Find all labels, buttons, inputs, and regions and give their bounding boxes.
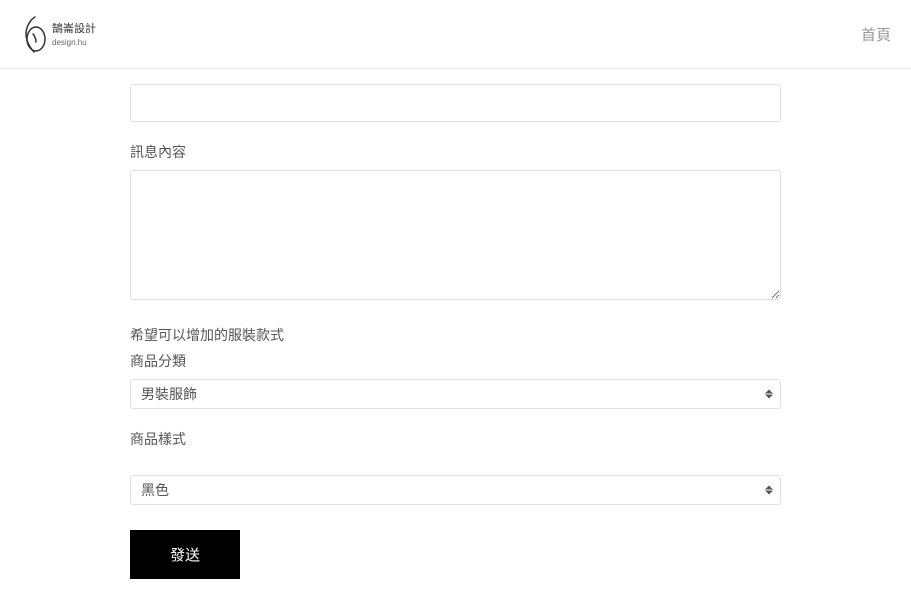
form-container: 訊息內容 希望可以增加的服裝款式 商品分類 男裝服飾 商品樣式 黑色 bbox=[0, 69, 911, 599]
category-label: 商品分類 bbox=[130, 351, 781, 371]
name-field-group bbox=[130, 84, 781, 122]
style-field-group: 商品樣式 黑色 bbox=[130, 429, 781, 505]
logo-icon: 鵠崙設計 design.hu bbox=[20, 12, 120, 57]
category-select-wrapper: 男裝服飾 bbox=[130, 379, 781, 409]
svg-text:design.hu: design.hu bbox=[52, 38, 87, 47]
page-header: 鵠崙設計 design.hu 首頁 bbox=[0, 0, 911, 69]
message-textarea[interactable] bbox=[130, 170, 781, 300]
category-select[interactable]: 男裝服飾 bbox=[130, 379, 781, 409]
message-label: 訊息內容 bbox=[130, 142, 781, 162]
name-input[interactable] bbox=[130, 84, 781, 122]
style-section: 希望可以增加的服裝款式 商品分類 男裝服飾 bbox=[130, 325, 781, 409]
svg-text:鵠崙設計: 鵠崙設計 bbox=[52, 21, 96, 35]
style-select-wrapper: 黑色 bbox=[130, 475, 781, 505]
brand-logo[interactable]: 鵠崙設計 design.hu bbox=[20, 12, 120, 57]
style-select[interactable]: 黑色 bbox=[130, 475, 781, 505]
nav-home-link[interactable]: 首頁 bbox=[861, 24, 891, 45]
style-label: 商品樣式 bbox=[130, 429, 781, 449]
message-field-group: 訊息內容 bbox=[130, 142, 781, 305]
section-title: 希望可以增加的服裝款式 bbox=[130, 325, 781, 345]
submit-button[interactable]: 發送 bbox=[130, 530, 240, 579]
